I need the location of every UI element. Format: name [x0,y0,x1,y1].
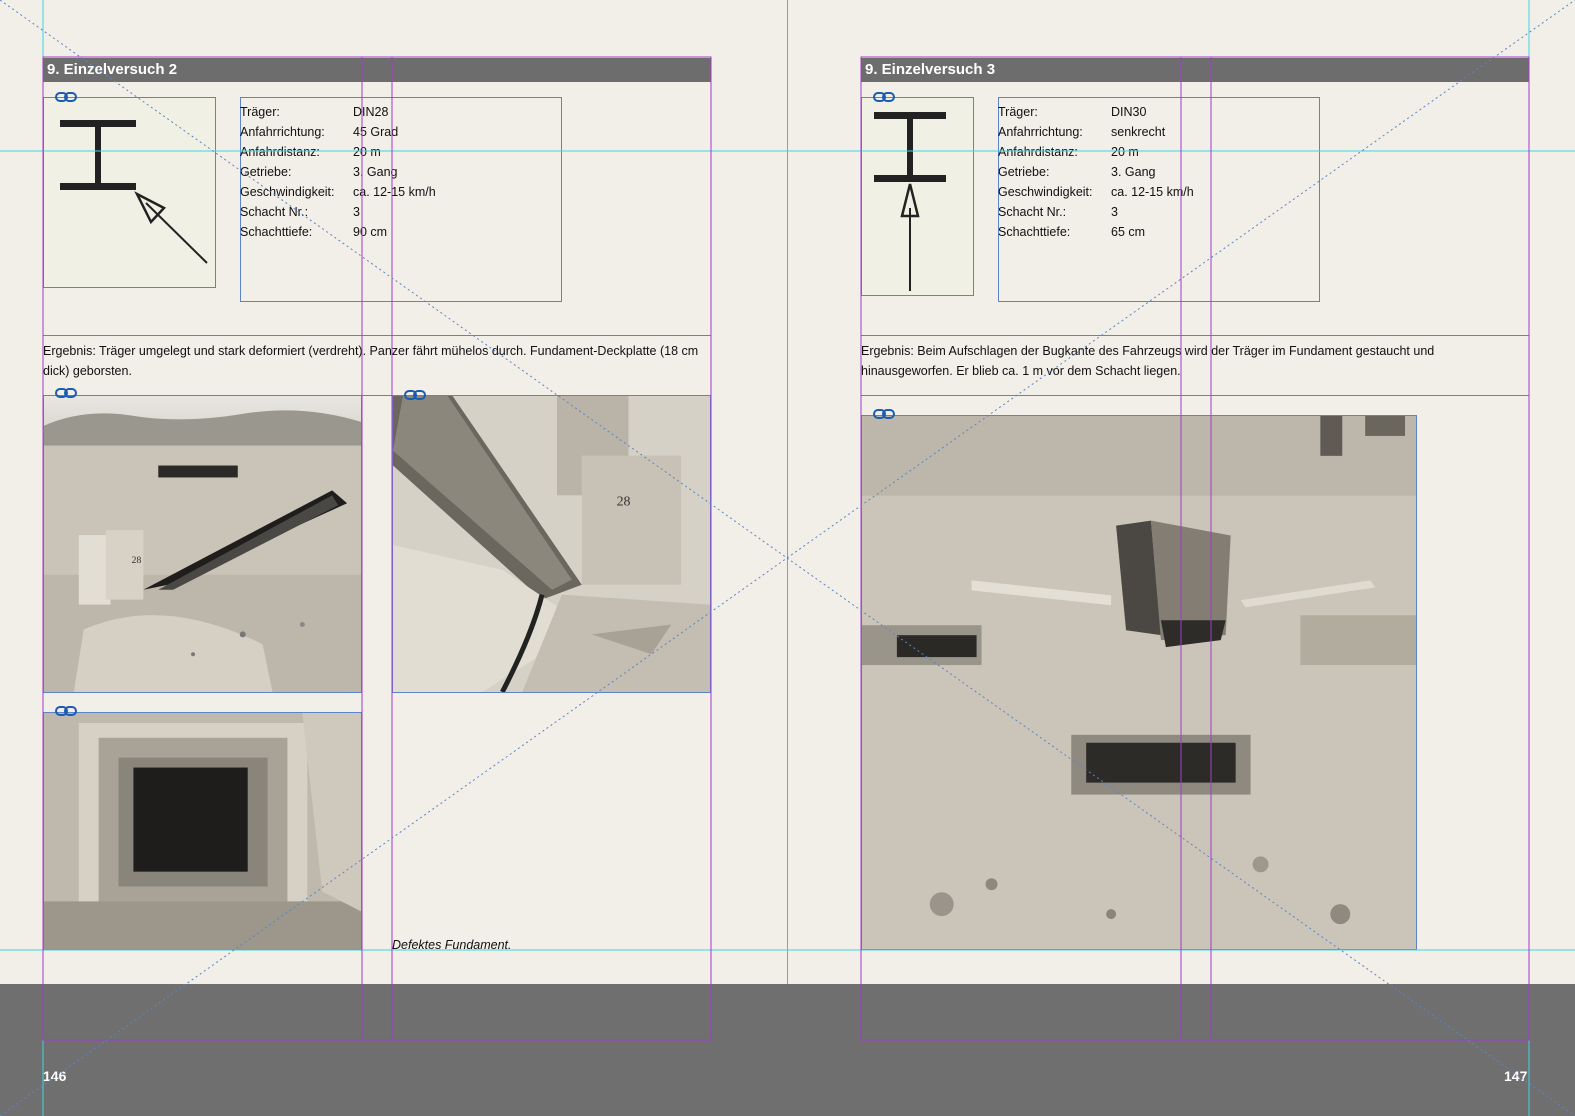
link-icon[interactable] [55,706,77,716]
spec-key: Geschwindigkeit: [998,185,1093,199]
spec-value: ca. 12-15 km/h [1111,185,1194,199]
spec-value: senkrecht [1111,125,1166,139]
spec-row: Geschwindigkeit: ca. 12-15 km/h [240,182,436,202]
spec-value: ca. 12-15 km/h [353,185,436,199]
spec-value: 3. Gang [353,165,398,179]
post-number-label: 28 [131,555,141,566]
spec-value: 3 [353,205,360,219]
left-specs-table: Träger: DIN28 Anfahrrichtung: 45 Grad Anfa… [240,102,436,242]
i-beam-perpendicular-arrow-icon [874,112,946,291]
spec-key: Anfahrrichtung: [240,125,325,139]
spec-row: Geschwindigkeit: ca. 12-15 km/h [998,182,1194,202]
spec-row: Anfahrrichtung: senkrecht [998,122,1194,142]
spec-key: Anfahrdistanz: [240,145,320,159]
spec-key: Geschwindigkeit: [240,185,335,199]
link-icon[interactable] [873,92,895,102]
spec-key: Schacht Nr.: [240,205,309,219]
spec-row: Getriebe: 3. Gang [998,162,1194,182]
spec-row: Schachttiefe: 65 cm [998,222,1194,242]
spec-row: Anfahrdistanz: 20 m [998,142,1194,162]
left-beam-diagram[interactable] [43,97,216,288]
spec-value: 45 Grad [353,125,399,139]
spec-key: Schachttiefe: [998,225,1071,239]
spec-value: DIN30 [1111,105,1147,119]
right-page-title[interactable]: 9. Einzelversuch 3 [861,58,1529,82]
i-beam-45-arrow-icon [60,120,208,264]
bottom-band [0,984,1575,1116]
spec-value: 90 cm [353,225,388,239]
spec-key: Träger: [240,105,280,119]
photo-ejected-beam-image [862,416,1416,949]
link-icon[interactable] [873,409,895,419]
spec-key: Träger: [998,105,1038,119]
spec-key: Getriebe: [240,165,292,179]
spec-value: 20 m [1111,145,1139,159]
post-number-label: 28 [617,494,631,509]
right-beam-diagram[interactable] [861,97,974,296]
spec-value: 20 m [353,145,381,159]
right-page-number: 147 [1504,1068,1528,1084]
photo-bent-beam-image: 28 [44,396,361,692]
spec-value: DIN28 [353,105,389,119]
spec-key: Anfahrrichtung: [998,125,1083,139]
left-result-text[interactable]: Ergebnis: Träger umgelegt und stark defo… [43,335,711,396]
spec-key: Anfahrdistanz: [998,145,1078,159]
photo-shaft-top-view[interactable] [43,712,362,950]
right-result-text[interactable]: Ergebnis: Beim Aufschlagen der Bugkante … [861,335,1529,396]
photo-bent-beam-field[interactable]: 28 [43,395,362,693]
photo-ejected-beam[interactable] [861,415,1417,950]
spec-row: Schacht Nr.: 3 [998,202,1194,222]
link-icon[interactable] [404,390,426,400]
spec-row: Schacht Nr.: 3 [240,202,436,222]
spec-row: Anfahrdistanz: 20 m [240,142,436,162]
left-page-number: 146 [43,1068,67,1084]
link-icon[interactable] [55,92,77,102]
spec-key: Getriebe: [998,165,1050,179]
photo-shaft-top-view-image [44,713,361,949]
book-spread: 9. Einzelversuch 2 Träger: DIN28 Anfahrri… [0,0,1575,1116]
link-icon[interactable] [55,388,77,398]
spec-key: Schacht Nr.: [998,205,1067,219]
spec-row: Anfahrrichtung: 45 Grad [240,122,436,142]
left-photo-caption[interactable]: Defektes Fundament. [392,938,512,952]
photo-foundation-closeup-image: 28 [393,396,710,692]
spec-value: 3. Gang [1111,165,1156,179]
spec-value: 65 cm [1111,225,1146,239]
spec-row: Träger: DIN30 [998,102,1194,122]
spec-row: Getriebe: 3. Gang [240,162,436,182]
spec-key: Schachttiefe: [240,225,313,239]
spec-value: 3 [1111,205,1118,219]
left-page-title[interactable]: 9. Einzelversuch 2 [43,58,711,82]
right-specs-table: Träger: DIN30 Anfahrrichtung: senkrecht An… [998,102,1194,242]
spine [787,0,788,1116]
photo-foundation-closeup[interactable]: 28 [392,395,711,693]
spec-row: Schachttiefe: 90 cm [240,222,436,242]
spec-row: Träger: DIN28 [240,102,436,122]
